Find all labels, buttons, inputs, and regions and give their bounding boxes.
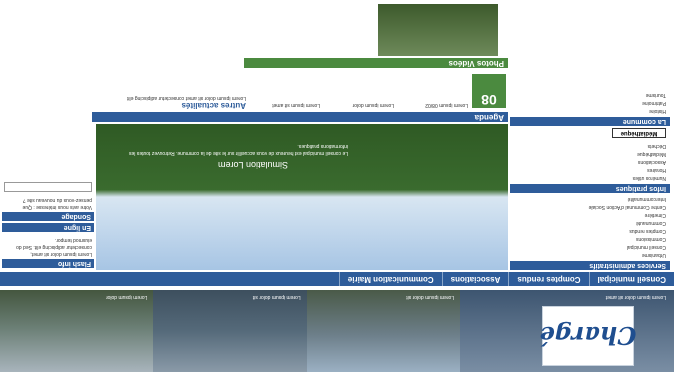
main-nav: Conseil municipal Comptes rendus Associa… bbox=[0, 272, 674, 286]
banner-photo-1: Lorem ipsum dolor sit bbox=[306, 290, 460, 372]
sidebar-item[interactable]: Cimetière bbox=[514, 211, 666, 219]
hero-text: Le conseil municipal est heureux de vous… bbox=[129, 143, 348, 156]
hero-image[interactable]: Simulation Lorem Le conseil municipal es… bbox=[96, 124, 508, 270]
photo-caption: Lorem ipsum dolor sit bbox=[406, 294, 454, 300]
sidebar-heading-services: Services administratifs bbox=[510, 261, 670, 270]
sidebar-item[interactable]: Déchets bbox=[514, 142, 666, 150]
nav-communication[interactable]: Communication Mairie bbox=[338, 272, 442, 286]
sidebar-heading-commune: La commune bbox=[510, 117, 670, 126]
sondage-input[interactable] bbox=[4, 182, 92, 192]
agenda-item[interactable]: Lorem ipsum 08/02 bbox=[396, 70, 470, 110]
nav-associations[interactable]: Associations bbox=[441, 272, 509, 286]
banner-photo-2: Lorem ipsum dolor sit bbox=[153, 290, 307, 372]
sidebar-item[interactable]: Numéros utiles bbox=[514, 174, 666, 182]
sidebar-item[interactable]: Conseil municipal bbox=[514, 243, 666, 251]
sidebar-heading-infos: Infos pratiques bbox=[510, 184, 670, 193]
sidebar-item[interactable]: Histoire bbox=[514, 107, 666, 115]
sidebar-item[interactable]: Intercommunalité bbox=[514, 195, 666, 203]
other-news: Autres actualités Lorem ipsum dolor sit … bbox=[96, 70, 246, 110]
flash-info-heading: Flash info bbox=[2, 259, 94, 268]
photos-heading: Photos Vidéos bbox=[244, 58, 508, 68]
flash-info-text: Lorem ipsum dolor sit amet, consectetur … bbox=[16, 237, 92, 257]
photo-caption: Lorem ipsum dolor sit bbox=[252, 294, 301, 300]
agenda-item[interactable]: Lorem ipsum dolor bbox=[322, 70, 396, 110]
calendar-day[interactable]: 08 bbox=[472, 74, 506, 108]
sidebar-right: Flash info Lorem ipsum dolor sit amet, c… bbox=[2, 2, 94, 270]
other-news-title: Autres actualités bbox=[181, 101, 246, 110]
sidebar-item[interactable]: Comptes rendus bbox=[514, 227, 666, 235]
sidebar-item[interactable]: Commissions bbox=[514, 235, 666, 243]
hero-title: Simulation Lorem bbox=[217, 160, 288, 170]
sidebar-left: Services administratifs Urbanisme Consei… bbox=[510, 2, 670, 270]
nav-comptes-rendus[interactable]: Comptes rendus bbox=[508, 272, 589, 286]
sidebar-item[interactable]: Communauté bbox=[514, 219, 666, 227]
logo-caption: Lorem ipsum dolor sit amet bbox=[605, 294, 666, 300]
header-banner: Chargé Lorem ipsum dolor sit amet Lorem … bbox=[0, 290, 674, 372]
sidebar-item[interactable]: Patrimoine bbox=[514, 99, 666, 107]
sidebar-item[interactable]: Centre Communal d'Action Sociale bbox=[514, 203, 666, 211]
logo-panel: Chargé Lorem ipsum dolor sit amet bbox=[460, 290, 674, 372]
site-logo[interactable]: Chargé bbox=[539, 306, 637, 366]
sondage-text: Votre avis nous intéresse : Que pensez-v… bbox=[22, 197, 92, 210]
nav-conseil[interactable]: Conseil municipal bbox=[588, 272, 674, 286]
agenda-heading: Agenda bbox=[92, 112, 508, 122]
en-ligne-heading: En ligne bbox=[2, 223, 94, 232]
photo-caption: Lorem ipsum dolor bbox=[105, 294, 148, 300]
sidebar-item[interactable]: Horaires bbox=[514, 166, 666, 174]
sondage-heading: Sondage bbox=[2, 212, 94, 221]
agenda-row: 08 Lorem ipsum 08/02 Lorem ipsum dolor L… bbox=[248, 70, 508, 110]
photo-thumbnail[interactable] bbox=[378, 4, 498, 56]
sidebar-item[interactable]: Urbanisme bbox=[514, 251, 666, 259]
other-news-text[interactable]: Lorem ipsum dolor sit amet consectetur a… bbox=[96, 94, 246, 101]
banner-photo-3: Lorem ipsum dolor bbox=[0, 290, 154, 372]
agenda-item[interactable]: Lorem ipsum sit amet bbox=[248, 70, 322, 110]
logo-text: Chargé bbox=[539, 321, 637, 351]
sidebar-item[interactable]: Associations bbox=[514, 158, 666, 166]
sidebar-item[interactable]: Médiathèque bbox=[514, 150, 666, 158]
mediatheque-button[interactable]: Médiathèque bbox=[612, 128, 666, 138]
sidebar-item[interactable]: Tourisme bbox=[514, 91, 666, 99]
